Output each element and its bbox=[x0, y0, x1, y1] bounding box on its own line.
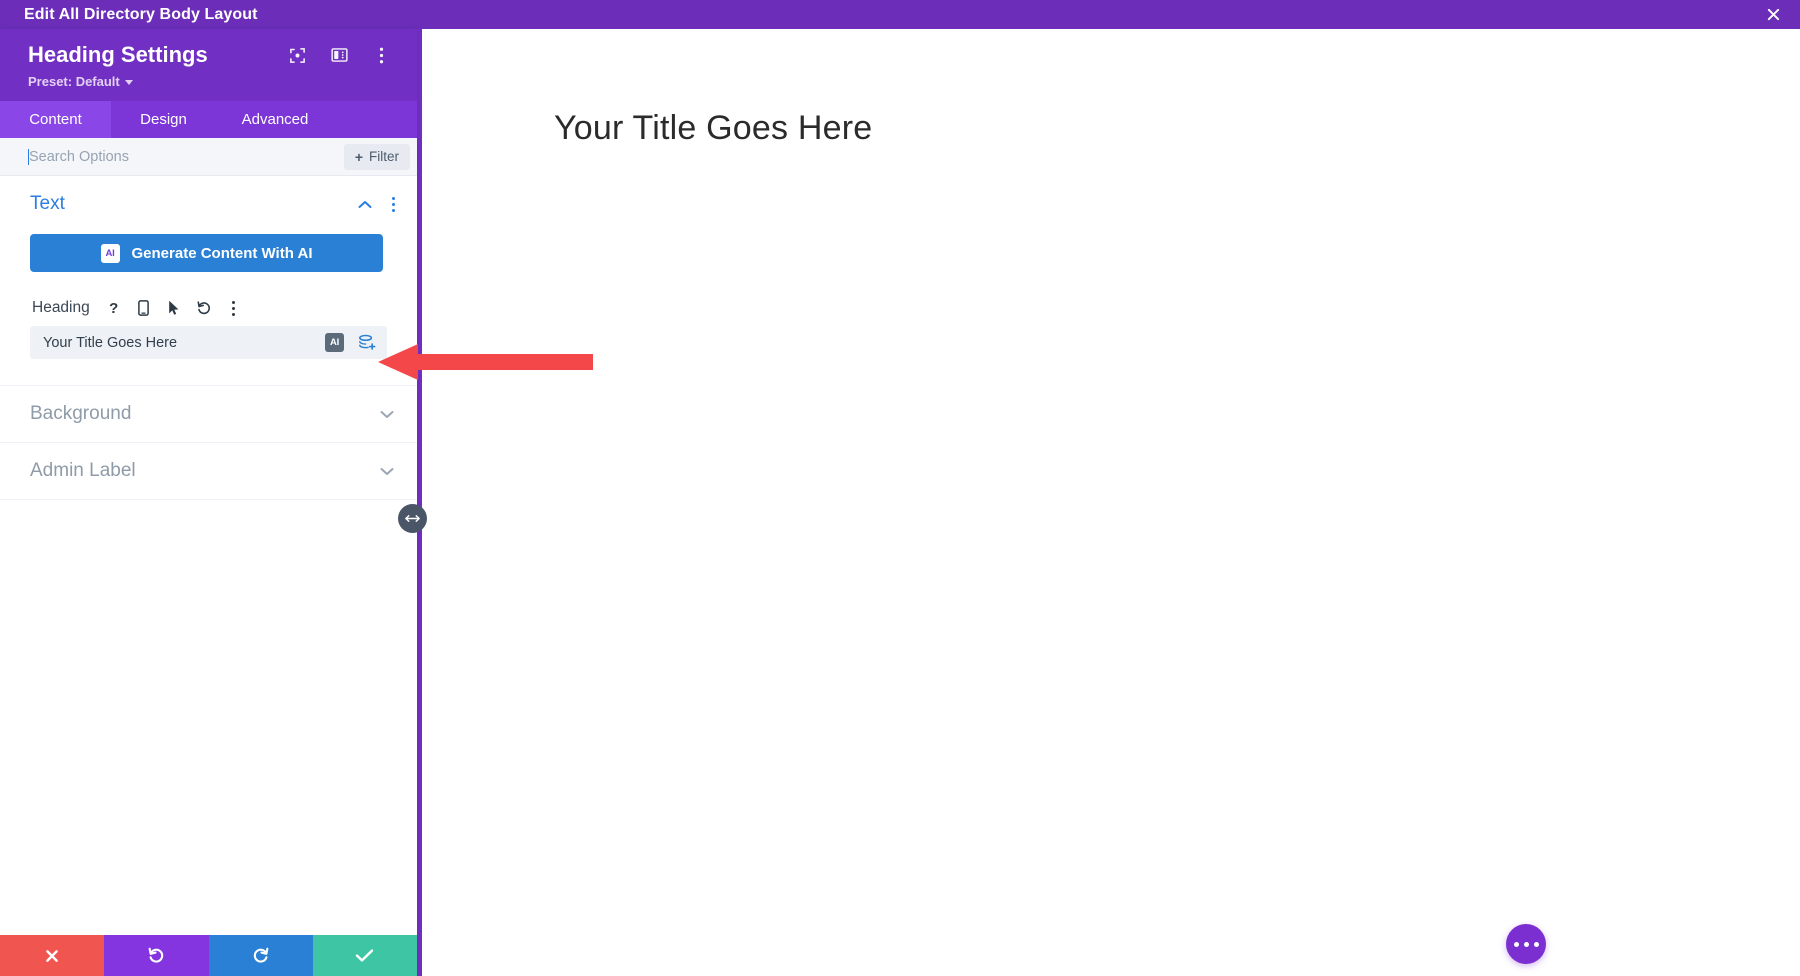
section-background-title: Background bbox=[30, 403, 132, 425]
section-admin-label-header[interactable]: Admin Label bbox=[0, 443, 417, 499]
generate-content-with-ai-label: Generate Content With AI bbox=[131, 244, 313, 262]
panel-action-bar bbox=[0, 935, 417, 976]
ai-icon[interactable]: AI bbox=[325, 333, 344, 353]
panel-resize-handle[interactable] bbox=[398, 504, 427, 533]
heading-field: Heading ? Your Title Goes Here AI bbox=[30, 299, 387, 360]
heading-input[interactable] bbox=[43, 326, 325, 360]
fab-dot bbox=[1533, 941, 1539, 947]
tab-content[interactable]: Content bbox=[0, 101, 111, 139]
preset-selector[interactable]: Preset: Default bbox=[28, 74, 395, 89]
filter-button-label: Filter bbox=[369, 149, 399, 165]
hover-cursor-icon[interactable] bbox=[166, 300, 182, 316]
save-button[interactable] bbox=[312, 935, 417, 976]
tab-advanced[interactable]: Advanced bbox=[216, 101, 334, 138]
undo-button[interactable] bbox=[104, 935, 209, 976]
focus-target-icon[interactable] bbox=[287, 45, 307, 65]
section-background-header[interactable]: Background bbox=[0, 386, 417, 442]
page-canvas: Your Title Goes Here bbox=[417, 29, 1800, 976]
canvas-heading-preview: Your Title Goes Here bbox=[554, 109, 873, 147]
page-settings-fab[interactable] bbox=[1506, 924, 1546, 964]
filter-button[interactable]: + Filter bbox=[343, 143, 410, 170]
section-background: Background bbox=[0, 386, 417, 444]
chevron-down-icon[interactable] bbox=[379, 463, 395, 479]
modal-title: Edit All Directory Body Layout bbox=[24, 5, 258, 23]
section-text-title: Text bbox=[30, 193, 65, 215]
panel-tabs: Content Design Advanced bbox=[0, 101, 417, 139]
heading-field-label: Heading bbox=[32, 299, 90, 317]
text-caret bbox=[28, 148, 29, 165]
reset-undo-icon[interactable] bbox=[196, 300, 212, 316]
fab-dot bbox=[1523, 941, 1529, 947]
redo-button[interactable] bbox=[208, 935, 313, 976]
tab-design[interactable]: Design bbox=[111, 101, 216, 138]
field-options-icon[interactable] bbox=[226, 300, 242, 316]
search-input[interactable] bbox=[29, 137, 344, 176]
help-glyph: ? bbox=[109, 299, 119, 317]
panel-title: Heading Settings bbox=[28, 42, 208, 67]
divi-builder-screen: Edit All Directory Body Layout Your Titl… bbox=[0, 0, 1800, 976]
section-text-content: AI Generate Content With AI Heading ? Yo… bbox=[0, 234, 417, 385]
panel-header-icons bbox=[287, 45, 395, 65]
fab-dot bbox=[1513, 941, 1519, 947]
heading-field-label-row: Heading ? bbox=[30, 299, 387, 317]
panel-body: Text AI Generate Content With AI Heading… bbox=[0, 176, 417, 935]
help-icon[interactable]: ? bbox=[106, 300, 122, 316]
settings-panel: Heading Settings Preset: Default Content… bbox=[0, 29, 427, 976]
panel-layout-icon[interactable] bbox=[329, 45, 349, 65]
section-admin-label: Admin Label bbox=[0, 443, 417, 501]
dynamic-content-layers-add-icon[interactable] bbox=[357, 333, 377, 353]
more-options-icon[interactable] bbox=[371, 45, 391, 65]
panel-header: Heading Settings Preset: Default bbox=[0, 29, 417, 102]
chevron-up-icon[interactable] bbox=[357, 196, 373, 212]
section-text: Text AI Generate Content With AI Heading… bbox=[0, 176, 417, 387]
chevron-down-icon[interactable] bbox=[379, 406, 395, 422]
close-icon[interactable] bbox=[1760, 2, 1786, 28]
section-text-options-icon[interactable] bbox=[391, 196, 395, 212]
search-row: + Filter bbox=[0, 137, 417, 177]
heading-input-icons: AI bbox=[325, 333, 377, 353]
heading-input-wrap: AI bbox=[30, 326, 387, 360]
cancel-button[interactable] bbox=[0, 935, 105, 976]
preset-label: Preset: Default bbox=[28, 74, 120, 90]
section-text-header[interactable]: Text bbox=[0, 176, 417, 232]
ai-icon: AI bbox=[100, 243, 120, 263]
modal-title-bar: Edit All Directory Body Layout bbox=[0, 0, 1800, 29]
plus-icon: + bbox=[354, 148, 363, 165]
canvas-left-edge bbox=[417, 29, 422, 976]
responsive-mobile-icon[interactable] bbox=[136, 300, 152, 317]
generate-content-with-ai-button[interactable]: AI Generate Content With AI bbox=[30, 234, 383, 273]
chevron-down-icon bbox=[124, 79, 133, 85]
search-input-wrap bbox=[0, 137, 344, 176]
section-admin-label-title: Admin Label bbox=[30, 460, 136, 482]
